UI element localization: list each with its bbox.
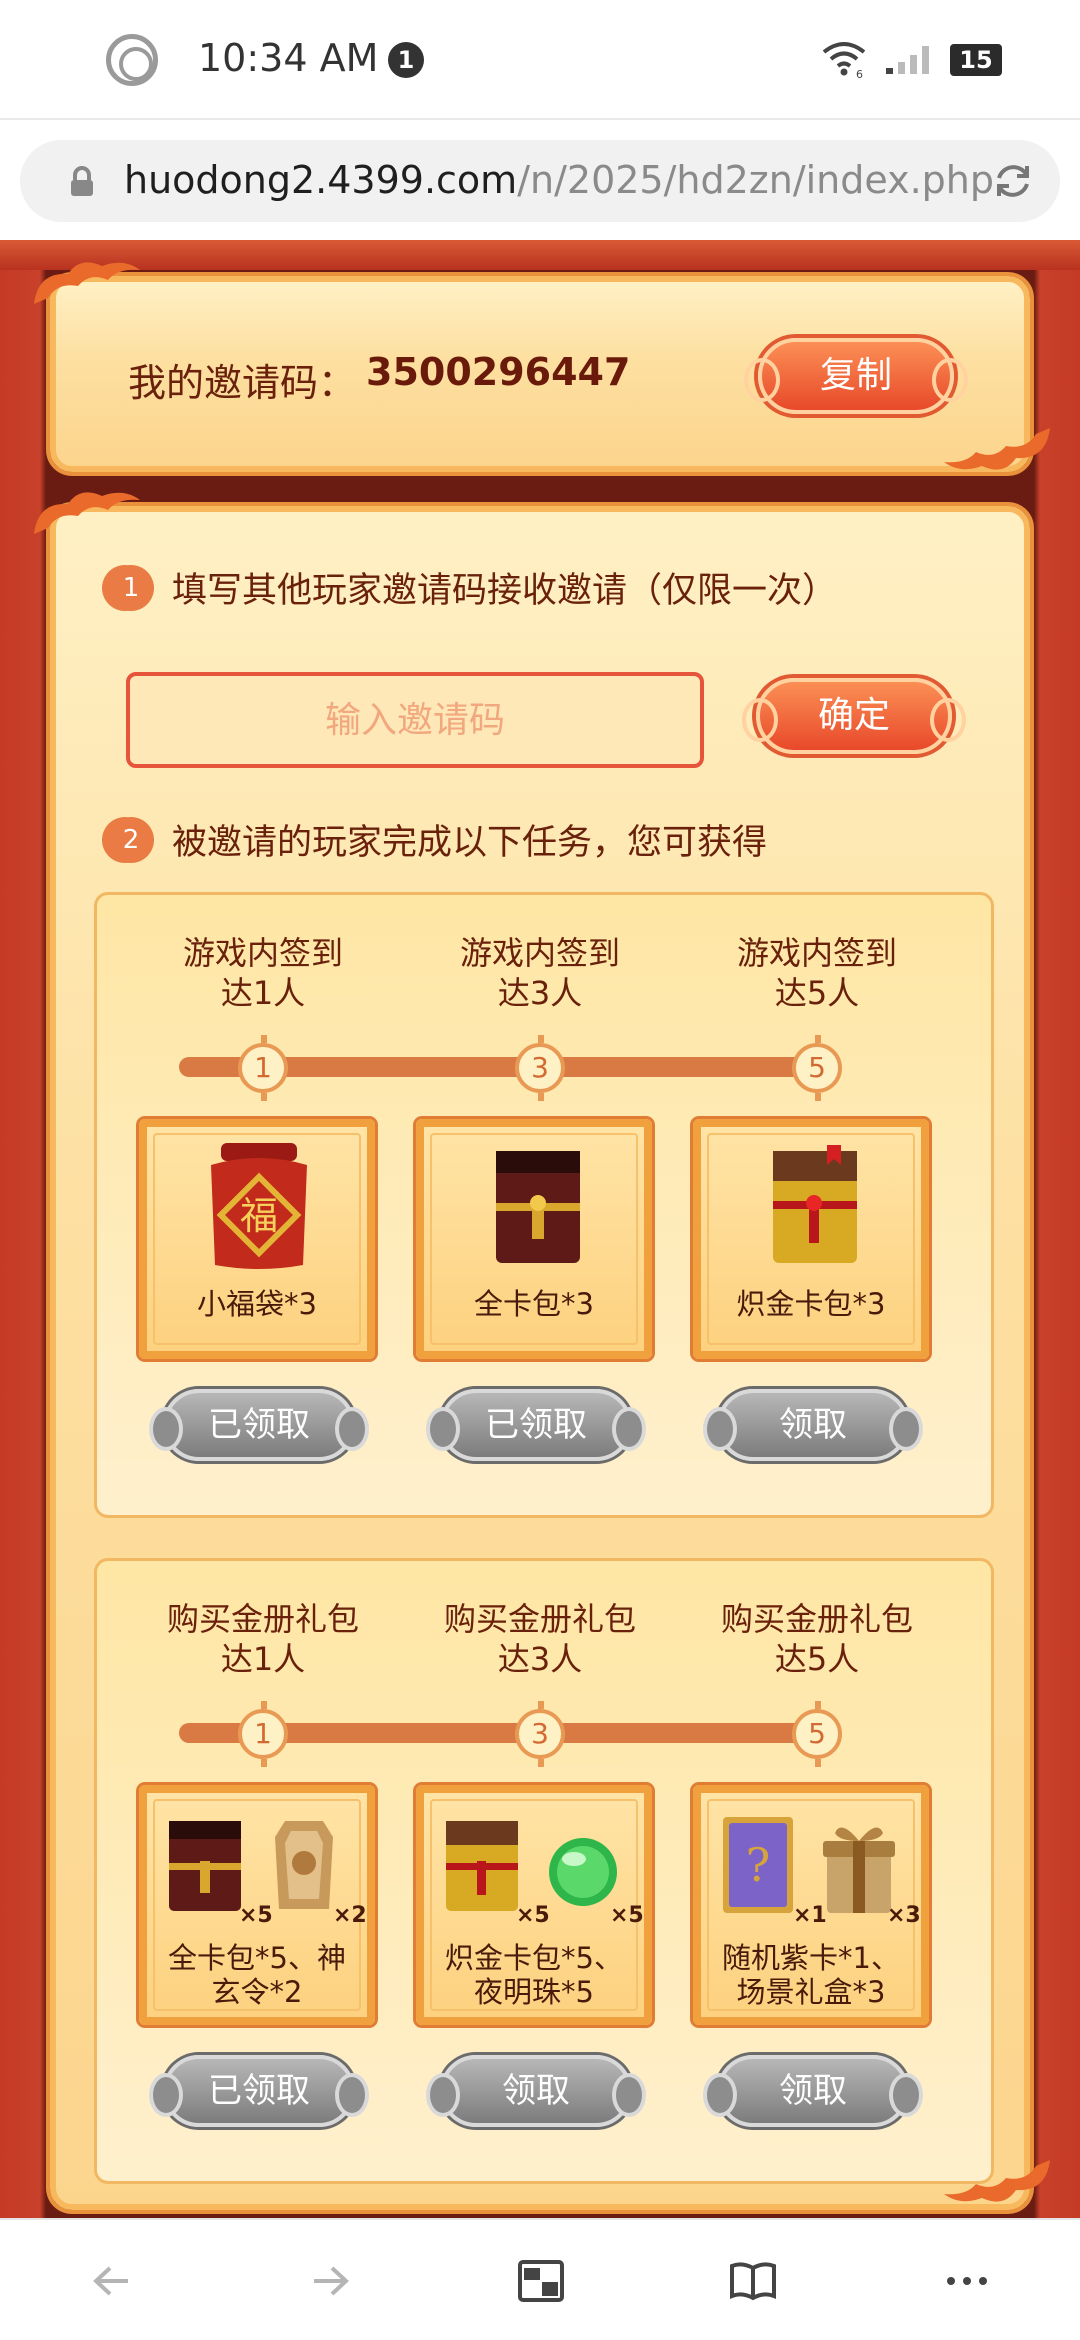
url-host: huodong2.4399.com [124, 158, 518, 202]
step-2-text: 被邀请的玩家完成以下任务，您可获得 [172, 823, 768, 863]
pearl-icon [549, 1838, 617, 1906]
reward-label: 全卡包*5、神 玄令*2 [168, 1941, 346, 2009]
milestone-label: 游戏内签到 达5人 [736, 934, 897, 1012]
invite-code-label: 我的邀请码： [128, 361, 357, 405]
progress-node: 3 [515, 1035, 565, 1101]
status-time: 10:34 AM [198, 36, 379, 80]
confirm-button[interactable]: 确定 [742, 678, 966, 754]
wifi-label: 6 [856, 68, 863, 78]
gold-card-pack-icon [773, 1145, 857, 1263]
claim-button[interactable]: 领取 [703, 2055, 923, 2127]
progress-node: 1 [238, 1701, 288, 1767]
browser-url-bar: huodong2.4399.com/n/2025/hd2zn/index.php [0, 118, 1080, 240]
cloud-ornament-icon [944, 428, 1050, 470]
reward-box: ? ×1 ×3 随机紫卡*1、 场景礼盒*3 [693, 1785, 929, 2025]
reward-label: 炽金卡包*5、 夜明珠*5 [445, 1941, 623, 2009]
reward-box: 福 小福袋*3 [139, 1119, 375, 1359]
back-arrow-icon[interactable] [88, 2258, 138, 2304]
purchase-reward-panel: 购买金册礼包 达1人 购买金册礼包 达3人 购买金册礼包 达5人 1 3 5 ×5 [94, 1558, 994, 2184]
forward-arrow-icon[interactable] [304, 2258, 354, 2304]
copy-button[interactable]: 复制 [744, 338, 968, 414]
url-path: /n/2025/hd2zn/index.php [517, 158, 994, 202]
bookmarks-icon[interactable] [728, 2258, 778, 2304]
reward-label: 炽金卡包*3 [736, 1287, 886, 1321]
cloud-ornament-icon [34, 492, 140, 534]
lock-icon [71, 166, 93, 196]
reward-label: 全卡包*3 [474, 1287, 594, 1321]
url-text: huodong2.4399.com/n/2025/hd2zn/index.php [124, 158, 994, 202]
battery-indicator: 15 [950, 44, 1002, 76]
reward-multiplier: ×3 [887, 1903, 921, 1928]
browser-bottom-bar [0, 2218, 1080, 2340]
gift-box-icon [823, 1827, 895, 1913]
invite-tasks-card: 1 填写其他玩家邀请码接收邀请（仅限一次） 确定 2 被邀请的玩家完成以下任务，… [34, 492, 1050, 2210]
step-1-text: 填写其他玩家邀请码接收邀请（仅限一次） [172, 571, 838, 611]
step-1-heading: 1 填写其他玩家邀请码接收邀请（仅限一次） [108, 562, 837, 613]
claimed-button[interactable]: 已领取 [149, 1389, 369, 1461]
reward-label: 随机紫卡*1、 场景礼盒*3 [722, 1941, 900, 2009]
notification-badge: 1 [388, 42, 424, 78]
reward-box: 全卡包*3 [416, 1119, 652, 1359]
record-icon [106, 34, 158, 86]
reload-icon[interactable] [992, 160, 1034, 202]
milestone-label: 购买金册礼包 达1人 [166, 1600, 359, 1678]
reward-box: ×5 ×2 全卡包*5、神 玄令*2 [139, 1785, 375, 2025]
tabs-icon[interactable] [516, 2258, 566, 2304]
my-invite-card: 我的邀请码： 3500296447 复制 [34, 262, 1050, 472]
reward-multiplier: ×5 [239, 1903, 273, 1928]
status-bar: 10:34 AM 1 6 15 [0, 0, 1080, 118]
signin-reward-panel: 游戏内签到 达1人 游戏内签到 达3人 游戏内签到 达5人 1 3 5 福 小福袋*3 [94, 892, 994, 1518]
step-2-heading: 2 被邀请的玩家完成以下任务，您可获得 [108, 814, 767, 865]
progress-node: 3 [515, 1701, 565, 1767]
claimed-button[interactable]: 已领取 [426, 1389, 646, 1461]
reward-label: 小福袋*3 [197, 1287, 317, 1321]
card-pack-icon [496, 1151, 580, 1263]
reward-box: ×5 ×5 炽金卡包*5、 夜明珠*5 [416, 1785, 652, 2025]
address-field[interactable]: huodong2.4399.com/n/2025/hd2zn/index.php [20, 140, 1060, 222]
cloud-ornament-icon [34, 262, 140, 304]
progress-node: 5 [792, 1035, 842, 1101]
progress-node: 1 [238, 1035, 288, 1101]
milestone-label: 游戏内签到 达3人 [459, 934, 620, 1012]
claim-button[interactable]: 领取 [703, 1389, 923, 1461]
token-icon [275, 1821, 333, 1909]
step-number-icon: 2 [108, 816, 154, 863]
milestone-label: 购买金册礼包 达3人 [443, 1600, 636, 1678]
gold-card-pack-icon [446, 1821, 518, 1911]
wifi-icon: 6 [822, 42, 866, 78]
invite-code-value: 3500296447 [366, 350, 631, 394]
milestone-label: 购买金册礼包 达5人 [720, 1600, 913, 1678]
event-page: 我的邀请码： 3500296447 复制 1 填写其他玩家邀请码接收邀请（仅限一… [0, 240, 1080, 2218]
mystery-card-character: ? [746, 1838, 771, 1892]
invite-code-input[interactable] [126, 672, 704, 768]
lucky-bag-icon: 福 [211, 1143, 307, 1269]
more-menu-icon[interactable] [942, 2258, 992, 2304]
signal-icon [886, 46, 929, 74]
milestone-label: 游戏内签到 达1人 [182, 934, 343, 1012]
mystery-card-icon: ? [723, 1817, 793, 1913]
reward-multiplier: ×5 [610, 1903, 644, 1928]
reward-box: 炽金卡包*3 [693, 1119, 929, 1359]
step-number-icon: 1 [108, 564, 154, 611]
reward-multiplier: ×2 [333, 1903, 367, 1928]
claim-button[interactable]: 领取 [426, 2055, 646, 2127]
lucky-bag-character: 福 [240, 1194, 278, 1238]
card-pack-icon [169, 1821, 241, 1911]
reward-multiplier: ×5 [516, 1903, 550, 1928]
claimed-button[interactable]: 已领取 [149, 2055, 369, 2127]
cloud-ornament-icon [944, 2160, 1050, 2202]
progress-node: 5 [792, 1701, 842, 1767]
